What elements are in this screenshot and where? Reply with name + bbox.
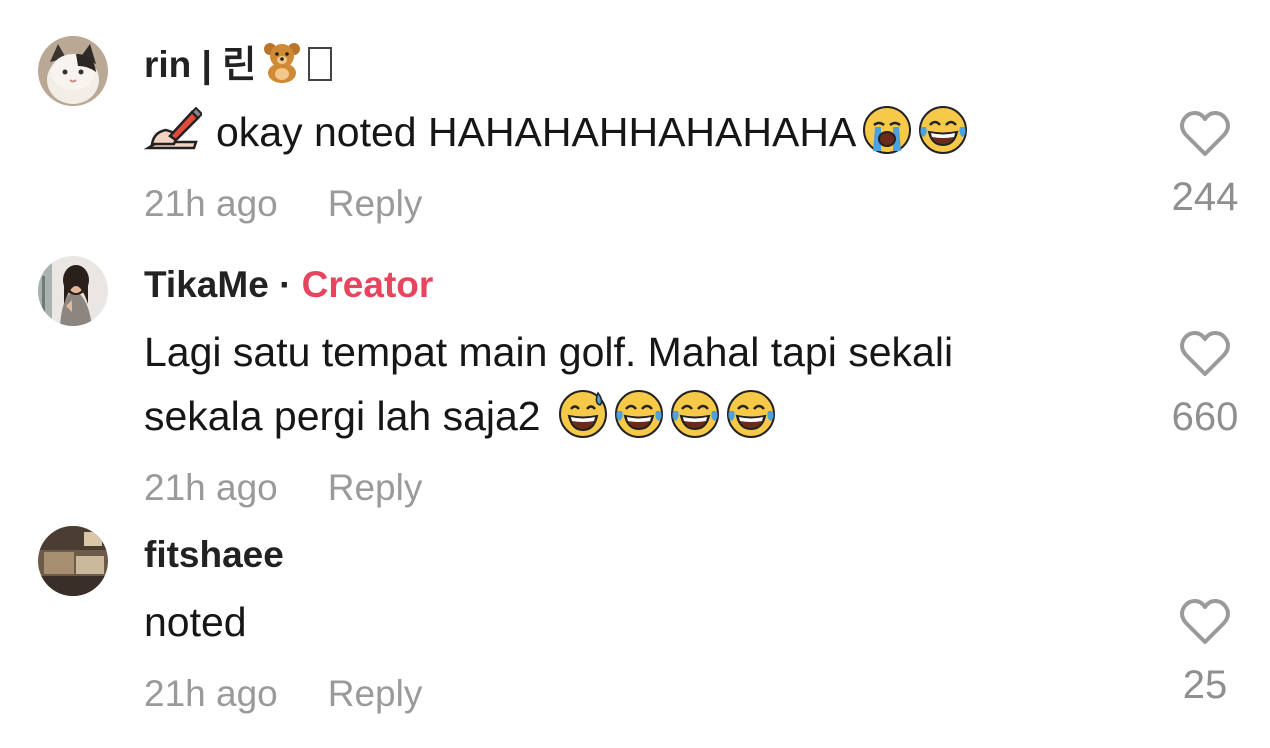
avatar[interactable] bbox=[38, 36, 108, 106]
like-button[interactable]: 25 bbox=[1150, 598, 1260, 710]
comment-text-value: sekala pergi lah saja2 bbox=[144, 393, 541, 439]
username[interactable]: rin | 린 bbox=[144, 44, 256, 85]
comment-text-line: Lagi satu tempat main golf. Mahal tapi s… bbox=[144, 329, 954, 375]
comment-text-value: okay noted HAHAHAHHAHAHAHA bbox=[216, 109, 857, 155]
avatar[interactable] bbox=[38, 256, 108, 326]
cat-avatar-icon bbox=[38, 36, 108, 106]
username-row: TikaMe · Creator bbox=[144, 250, 1104, 320]
creator-badge: Creator bbox=[301, 264, 434, 305]
tears-of-joy-face-icon bbox=[726, 389, 776, 439]
like-button[interactable]: 660 bbox=[1150, 330, 1260, 442]
heart-icon[interactable] bbox=[1179, 330, 1231, 378]
comment-body: TikaMe · Creator Lagi satu tempat main g… bbox=[144, 250, 1104, 528]
teddy-bear-icon bbox=[260, 37, 304, 83]
comment-text: okay noted HAHAHAHHAHAHAHA bbox=[143, 100, 1104, 164]
comment-text: noted bbox=[144, 590, 1104, 654]
avatar[interactable] bbox=[38, 526, 108, 596]
like-count: 660 bbox=[1171, 395, 1239, 439]
heart-icon[interactable] bbox=[1179, 598, 1231, 646]
comment-list: rin | 린 okay noted HAHAHAHHAHAHAHA 21h a… bbox=[0, 0, 1270, 748]
like-button[interactable]: 244 bbox=[1150, 110, 1260, 222]
comment-body: fitshaee noted 21h ago Reply bbox=[144, 520, 1104, 734]
reply-button[interactable]: Reply bbox=[328, 467, 423, 508]
tears-of-joy-face-icon bbox=[670, 389, 720, 439]
comment-meta: 21h ago Reply bbox=[144, 164, 1104, 244]
username-row: rin | 린 bbox=[144, 30, 1104, 100]
woman-avatar-icon bbox=[38, 256, 108, 326]
comment-text-value: noted bbox=[144, 599, 247, 645]
timestamp: 21h ago bbox=[144, 467, 278, 508]
loudly-crying-face-icon bbox=[862, 105, 912, 155]
comment-text: Lagi satu tempat main golf. Mahal tapi s… bbox=[144, 320, 1104, 448]
comment-body: rin | 린 okay noted HAHAHAHHAHAHAHA 21h a… bbox=[143, 30, 1104, 244]
like-count: 244 bbox=[1171, 175, 1239, 219]
comment-meta: 21h ago Reply bbox=[144, 654, 1104, 734]
timestamp: 21h ago bbox=[144, 183, 278, 224]
grinning-sweat-face-icon bbox=[558, 389, 608, 439]
timestamp: 21h ago bbox=[144, 673, 278, 714]
like-count: 25 bbox=[1182, 663, 1228, 707]
reply-button[interactable]: Reply bbox=[328, 673, 423, 714]
comment-meta: 21h ago Reply bbox=[144, 448, 1104, 528]
username[interactable]: TikaMe bbox=[144, 264, 269, 305]
username[interactable]: fitshaee bbox=[144, 534, 284, 575]
reply-button[interactable]: Reply bbox=[328, 183, 423, 224]
unsupported-glyph-icon bbox=[308, 47, 333, 81]
tears-of-joy-face-icon bbox=[918, 105, 968, 155]
separator: · bbox=[279, 264, 292, 305]
heart-icon[interactable] bbox=[1179, 110, 1231, 158]
writing-hand-icon bbox=[143, 104, 204, 154]
photo-avatar-icon bbox=[38, 526, 108, 596]
comment-text-line: sekala pergi lah saja2 bbox=[144, 384, 1104, 448]
tears-of-joy-face-icon bbox=[614, 389, 664, 439]
username-row: fitshaee bbox=[144, 520, 1104, 590]
